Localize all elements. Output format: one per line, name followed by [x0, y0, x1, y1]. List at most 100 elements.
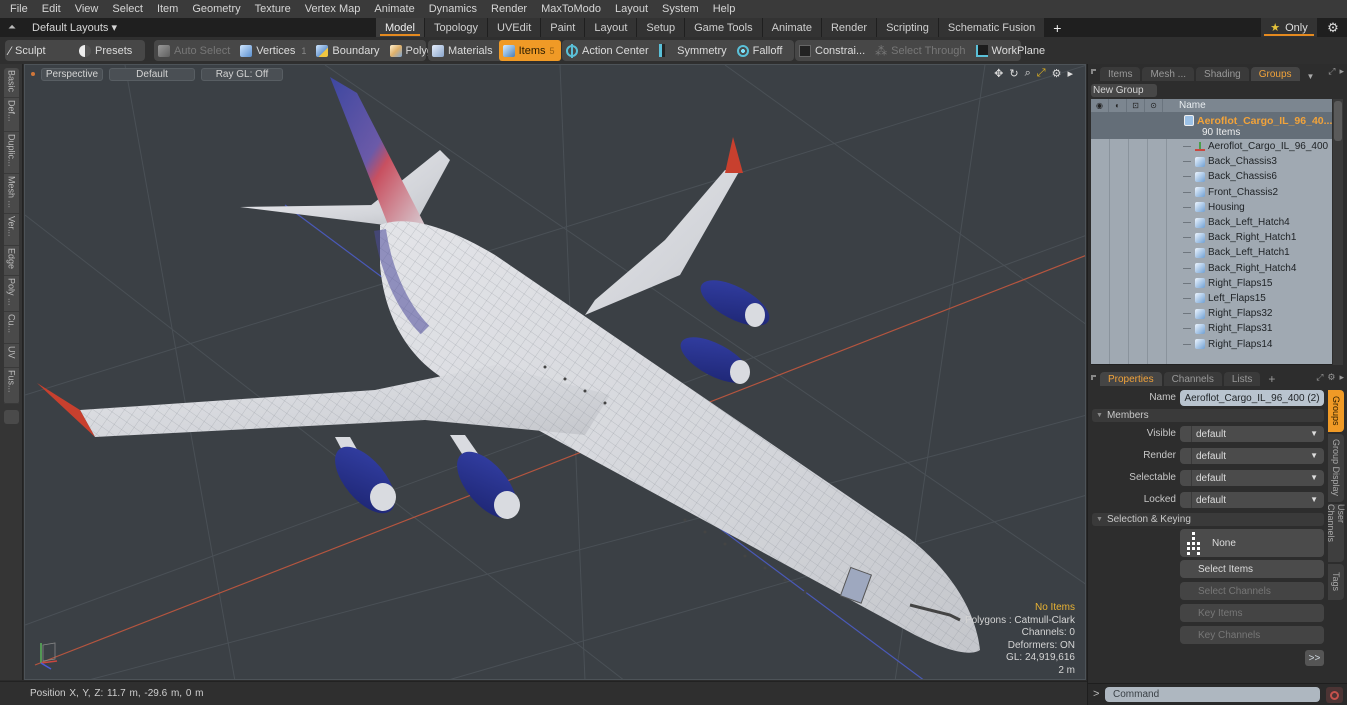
side-tab-group-display[interactable]: Group Display [1328, 434, 1344, 502]
add-layout-tab-button[interactable]: + [1045, 18, 1069, 37]
tab-animate[interactable]: Animate [762, 18, 822, 37]
render-dropdown[interactable]: default ▼ [1180, 448, 1324, 464]
menu-help[interactable]: Help [707, 3, 744, 15]
select-through-button[interactable]: ⁂ Select Through [871, 40, 971, 61]
groups-panel-tab-0[interactable]: Items [1100, 67, 1141, 81]
new-group-button[interactable]: New Group [1091, 84, 1157, 97]
groups-panel-tab-1[interactable]: Mesh ... [1142, 67, 1195, 81]
menu-vertex-map[interactable]: Vertex Map [299, 3, 369, 15]
selectable-dropdown[interactable]: default ▼ [1180, 470, 1324, 486]
tree-item-row[interactable]: Back_Chassis3 [1091, 154, 1332, 169]
lock-column-icon[interactable]: ⊡ [1127, 99, 1145, 112]
gear-icon[interactable]: ⚙ [1321, 18, 1345, 37]
menu-layout[interactable]: Layout [609, 3, 656, 15]
menu-system[interactable]: System [656, 3, 707, 15]
properties-panel-tab-1[interactable]: Channels [1163, 372, 1222, 386]
properties-panel-tab-0[interactable]: Properties [1100, 372, 1162, 386]
tree-item-row[interactable]: Back_Right_Hatch1 [1091, 230, 1332, 245]
menu-render[interactable]: Render [485, 3, 535, 15]
panel-expand-icons[interactable]: ⤢ ⚙ ▸ [1316, 372, 1344, 383]
viewport-menu-dot[interactable] [31, 72, 35, 76]
default-layouts-dropdown[interactable]: Default Layouts ▾ [24, 21, 117, 34]
left-tab-3[interactable]: Mesh ... [4, 174, 19, 214]
left-tab-5[interactable]: Edge [4, 246, 19, 276]
key-channels-button[interactable]: Key Channels [1180, 626, 1324, 644]
left-tab-8[interactable]: UV [4, 344, 19, 368]
expand-arrow-icon[interactable]: ▸ [1067, 67, 1073, 80]
tab-dropdown-icon[interactable]: ▼ [1302, 72, 1320, 81]
visibility-column-icon[interactable]: ◉ [1091, 99, 1109, 112]
name-column-header[interactable]: Name [1169, 100, 1206, 111]
group-row[interactable]: Aeroflot_Cargo_IL_96_40... 90 Items [1091, 112, 1332, 139]
side-tab-tags[interactable]: Tags [1328, 564, 1344, 600]
command-input[interactable]: Command [1105, 687, 1320, 702]
menu-edit[interactable]: Edit [36, 3, 69, 15]
groups-panel-tab-3[interactable]: Groups [1250, 67, 1300, 81]
menu-texture[interactable]: Texture [249, 3, 299, 15]
menu-dynamics[interactable]: Dynamics [423, 3, 485, 15]
select-channels-button[interactable]: Select Channels [1180, 582, 1324, 600]
items-button[interactable]: Items 5 [498, 40, 561, 61]
panel-corner-icon[interactable] [1091, 375, 1096, 380]
menu-select[interactable]: Select [106, 3, 151, 15]
tab-schematic-fusion[interactable]: Schematic Fusion [938, 18, 1046, 37]
only-toggle[interactable]: ★ Only [1261, 18, 1317, 37]
extra-tab-button[interactable] [4, 410, 19, 424]
tab-game-tools[interactable]: Game Tools [685, 18, 763, 37]
name-field[interactable]: Aeroflot_Cargo_IL_96_400 (2) [1180, 390, 1324, 406]
tree-item-row[interactable]: Back_Left_Hatch1 [1091, 245, 1332, 260]
vertices-button[interactable]: Vertices 1 [236, 40, 312, 61]
tab-uvedit[interactable]: UVEdit [488, 18, 542, 37]
select-column-icon[interactable]: ⊙ [1145, 99, 1163, 112]
add-tab-button[interactable]: + [1262, 372, 1281, 386]
tab-render[interactable]: Render [821, 18, 878, 37]
left-tab-2[interactable]: Duplic... [4, 132, 19, 174]
tab-topology[interactable]: Topology [424, 18, 489, 37]
falloff-button[interactable]: Falloff [733, 40, 789, 61]
maximize-icon[interactable]: ⤢ [1037, 67, 1046, 80]
locked-dropdown[interactable]: default ▼ [1180, 492, 1324, 508]
tree-item-row[interactable]: Aeroflot_Cargo_IL_96_400 [1091, 139, 1332, 154]
groups-panel-tab-2[interactable]: Shading [1196, 67, 1249, 81]
action-center-button[interactable]: Action Center [562, 40, 655, 61]
tree-item-row[interactable]: Left_Flaps15 [1091, 291, 1332, 306]
zoom-icon[interactable]: ⌕ [1025, 67, 1031, 80]
tab-layout[interactable]: Layout [585, 18, 638, 37]
viewport-settings-icon[interactable]: ⚙ [1052, 67, 1062, 80]
constraints-button[interactable]: Constrai... [795, 40, 871, 61]
members-section[interactable]: ▼ Members [1092, 409, 1324, 422]
auto-select-button[interactable]: Auto Select [154, 40, 236, 61]
symmetry-button[interactable]: Symmetry [655, 40, 733, 61]
layout-collapse-icon[interactable]: ⏶ [0, 22, 24, 33]
properties-panel-tab-2[interactable]: Lists [1223, 372, 1261, 386]
selection-keying-section[interactable]: ▼ Selection & Keying [1092, 513, 1324, 526]
select-items-button[interactable]: Select Items [1180, 560, 1324, 578]
side-tab-groups[interactable]: Groups [1328, 390, 1344, 432]
key-items-button[interactable]: Key Items [1180, 604, 1324, 622]
tab-paint[interactable]: Paint [541, 18, 586, 37]
tree-item-row[interactable]: Back_Left_Hatch4 [1091, 215, 1332, 230]
selection-set-none-button[interactable]: None [1180, 529, 1324, 557]
sculpt-button[interactable]: ⁄ Sculpt [5, 40, 75, 61]
tree-item-row[interactable]: Back_Chassis6 [1091, 169, 1332, 184]
menu-animate[interactable]: Animate [368, 3, 422, 15]
tree-item-row[interactable]: Front_Chassis2 [1091, 185, 1332, 200]
raygl-toggle[interactable]: Ray GL: Off [201, 68, 283, 81]
materials-button[interactable]: Materials [428, 40, 499, 61]
record-macro-button[interactable] [1326, 687, 1343, 703]
presets-button[interactable]: Presets [75, 40, 138, 61]
left-tab-9[interactable]: Fus... [4, 368, 19, 404]
side-tab-user-channels[interactable]: User Channels [1326, 504, 1346, 562]
visible-dropdown[interactable]: default ▼ [1180, 426, 1324, 442]
tree-item-row[interactable]: Right_Flaps15 [1091, 276, 1332, 291]
left-tab-7[interactable]: Cu... [4, 312, 19, 344]
tree-item-row[interactable]: Back_Right_Hatch4 [1091, 261, 1332, 276]
workplane-button[interactable]: WorkPlane [972, 40, 1052, 61]
tab-scripting[interactable]: Scripting [877, 18, 939, 37]
menu-file[interactable]: File [4, 3, 36, 15]
left-tab-1[interactable]: Def... [4, 98, 19, 132]
pan-icon[interactable]: ✥ [994, 67, 1003, 80]
more-button[interactable]: >> [1305, 650, 1324, 666]
tree-item-row[interactable]: Right_Flaps32 [1091, 306, 1332, 321]
rotate-icon[interactable]: ↻ [1009, 67, 1018, 80]
